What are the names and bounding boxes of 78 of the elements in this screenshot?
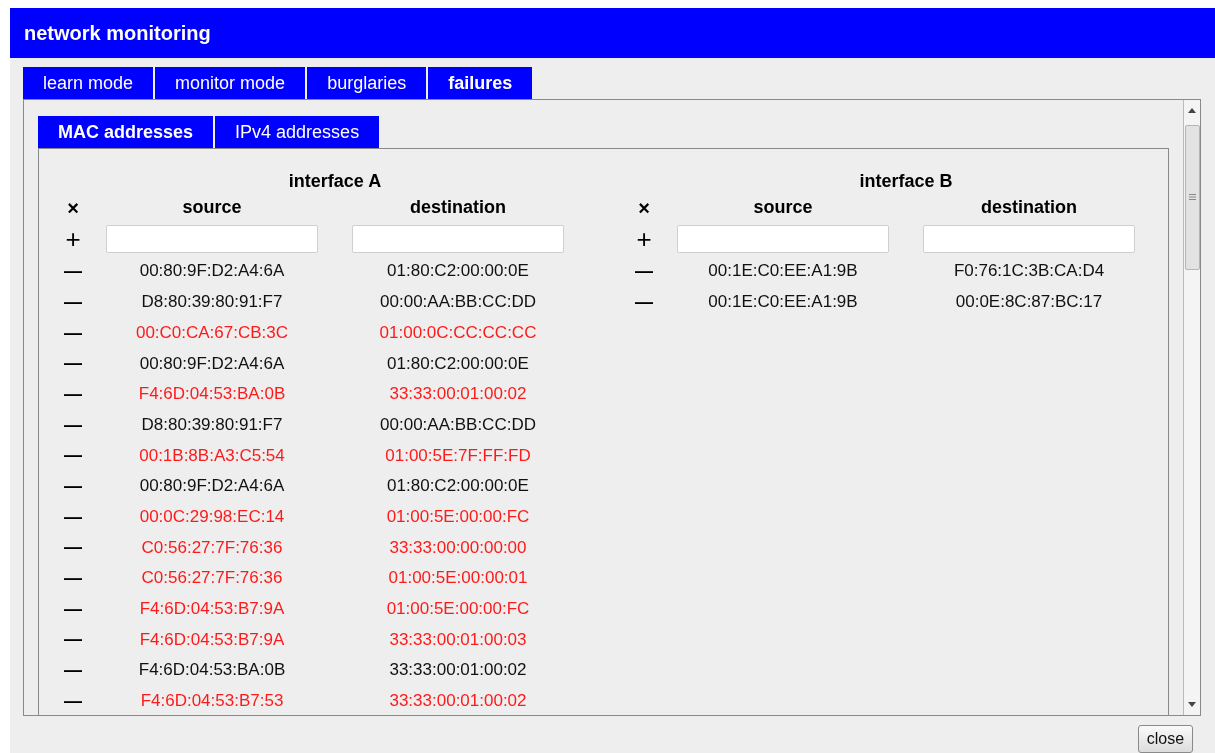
table-cell-text: 00:1E:C0:EE:A1:9B: [707, 260, 859, 283]
table-cell-text: C0:56:27:7F:76:36: [140, 536, 284, 559]
remove-button[interactable]: —: [49, 538, 97, 557]
grip-icon: [1188, 194, 1196, 201]
source-input[interactable]: [106, 225, 318, 254]
table-cell-text: F4:6D:04:53:BA:0B: [137, 659, 287, 682]
table-cell-text: 01:80:C2:00:00:0E: [386, 475, 530, 498]
destination-input[interactable]: [923, 225, 1135, 254]
remove-button[interactable]: —: [49, 630, 97, 649]
tab[interactable]: burglaries: [307, 66, 427, 99]
remove-button[interactable]: —: [49, 415, 97, 434]
table-cell-text: 00:C0:CA:67:CB:3C: [134, 321, 290, 344]
scroll-up-icon[interactable]: [1188, 107, 1196, 113]
tab[interactable]: learn mode: [23, 66, 154, 99]
tab[interactable]: failures: [428, 66, 533, 99]
source-input[interactable]: [677, 225, 889, 254]
remove-button[interactable]: —: [49, 323, 97, 342]
tab[interactable]: IPv4 addresses: [215, 115, 380, 148]
table-cell-text: C0:56:27:7F:76:36: [140, 567, 284, 590]
remove-button[interactable]: —: [49, 691, 97, 710]
table-cell-text: 00:80:9F:D2:A4:6A: [138, 260, 286, 283]
remove-button[interactable]: —: [620, 262, 668, 281]
window-title: network monitoring: [24, 20, 211, 46]
remove-button[interactable]: —: [49, 446, 97, 465]
add-button[interactable]: +: [49, 226, 97, 253]
remove-button[interactable]: —: [49, 384, 97, 403]
remove-button[interactable]: —: [49, 661, 97, 680]
table-cell-text: F0:76:1C:3B:CA:D4: [952, 260, 1106, 283]
table-cell-text: 01:80:C2:00:00:0E: [386, 260, 530, 283]
destination-input[interactable]: [352, 225, 564, 254]
table-cell-text: 00:80:9F:D2:A4:6A: [138, 475, 286, 498]
table-cell-text: 33:33:00:01:00:02: [388, 659, 528, 682]
table-cell-text: 33:33:00:01:00:03: [388, 628, 528, 651]
remove-button[interactable]: —: [49, 599, 97, 618]
close-button[interactable]: close: [1138, 725, 1193, 753]
remove-button[interactable]: —: [49, 477, 97, 495]
table-cell-text: 01:00:5E:00:00:FC: [385, 505, 531, 528]
table-cell-text: 01:00:0C:CC:CC:CC: [378, 321, 538, 344]
scrollbar[interactable]: [1183, 99, 1200, 715]
table-cell-text: 33:33:00:00:00:00: [388, 536, 528, 559]
table-cell-text: 00:00:AA:BB:CC:DD: [379, 413, 537, 436]
table-cell-text: 01:00:5E:00:00:FC: [385, 598, 531, 620]
table-cell-text: 01:00:5E:00:00:01: [387, 567, 529, 590]
remove-button[interactable]: —: [49, 262, 97, 281]
table-cell-text: D8:80:39:80:91:F7: [140, 413, 284, 436]
scrollbar-thumb[interactable]: [1184, 124, 1200, 270]
remove-button[interactable]: —: [49, 354, 97, 373]
clear-all-button[interactable]: ×: [49, 197, 97, 218]
column-header: destination: [409, 196, 507, 220]
table-cell-text: 00:00:AA:BB:CC:DD: [379, 291, 537, 314]
table-cell-text: 33:33:00:01:00:02: [388, 383, 528, 406]
table-cell-text: 00:80:9F:D2:A4:6A: [138, 352, 286, 375]
tab[interactable]: monitor mode: [155, 66, 306, 99]
remove-button[interactable]: —: [49, 507, 97, 526]
add-button[interactable]: +: [620, 226, 668, 253]
table-cell-text: F4:6D:04:53:B7:53: [139, 690, 285, 713]
table-cell-text: 00:0C:29:98:EC:14: [138, 505, 286, 528]
remove-button[interactable]: —: [49, 569, 97, 588]
column-header: source: [181, 196, 243, 220]
table-cell-text: F4:6D:04:53:B7:9A: [138, 628, 286, 651]
table-cell-text: 00:0E:8C:87:BC:17: [954, 291, 1104, 314]
tab[interactable]: MAC addresses: [38, 115, 214, 148]
table-cell-text: F4:6D:04:53:B7:9A: [138, 598, 286, 620]
interface-title: interface A: [287, 169, 383, 193]
interface-title: interface B: [858, 169, 954, 193]
remove-button[interactable]: —: [620, 292, 668, 311]
table-cell-text: 33:33:00:01:00:02: [388, 690, 528, 713]
table-cell-text: 00:1B:8B:A3:C5:54: [138, 444, 286, 467]
scroll-down-icon[interactable]: [1188, 702, 1196, 707]
table-cell-text: F4:6D:04:53:BA:0B: [137, 383, 287, 406]
column-header: destination: [980, 196, 1078, 220]
table-cell-text: 00:1E:C0:EE:A1:9B: [707, 291, 859, 314]
table-cell-text: 01:00:5E:7F:FF:FD: [384, 444, 532, 467]
remove-button[interactable]: —: [49, 292, 97, 311]
column-header: source: [752, 196, 814, 220]
table-cell-text: D8:80:39:80:91:F7: [140, 291, 284, 314]
table-cell-text: 01:80:C2:00:00:0E: [386, 352, 530, 375]
clear-all-button[interactable]: ×: [620, 197, 668, 218]
